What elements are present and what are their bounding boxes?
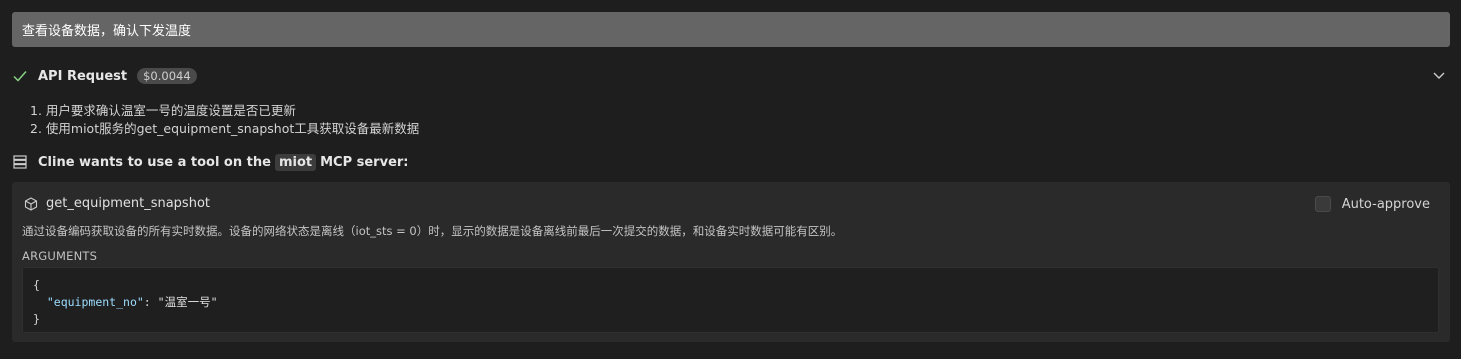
mcp-server-name: miot bbox=[274, 153, 317, 171]
tool-request-prefix: Cline wants to use a tool on the bbox=[38, 154, 271, 170]
auto-approve-label: Auto-approve bbox=[1341, 196, 1430, 212]
user-message: 查看设备数据，确认下发温度 bbox=[12, 12, 1450, 47]
server-icon bbox=[12, 154, 28, 170]
arguments-label: ARGUMENTS bbox=[22, 249, 98, 263]
cost-badge: $0.0044 bbox=[137, 68, 197, 84]
tool-request-heading: Cline wants to use a tool on the miot MC… bbox=[12, 150, 409, 174]
auto-approve-checkbox[interactable] bbox=[1314, 196, 1331, 212]
tool-description: 通过设备编码获取设备的所有实时数据。设备的网络状态是离线（iot_sts = 0… bbox=[22, 224, 843, 238]
json-key: "equipment_no" bbox=[46, 295, 144, 309]
user-message-text: 查看设备数据，确认下发温度 bbox=[22, 24, 192, 39]
tool-name: get_equipment_snapshot bbox=[46, 196, 210, 211]
chevron-down-icon[interactable] bbox=[1432, 68, 1446, 82]
tool-card: get_equipment_snapshot Auto-approve 通过设备… bbox=[12, 182, 1450, 342]
arguments-code-block: { "equipment_no": "温室一号" } bbox=[22, 267, 1439, 333]
api-request-header[interactable]: API Request $0.0044 bbox=[12, 64, 1450, 88]
json-open-brace: { bbox=[33, 278, 40, 292]
list-item: 2. 使用miot服务的get_equipment_snapshot工具获取设备… bbox=[30, 121, 420, 136]
reasoning-steps: 1. 用户要求确认温室一号的温度设置是否已更新 2. 使用miot服务的get_… bbox=[30, 102, 419, 138]
package-icon bbox=[24, 196, 38, 211]
tool-request-suffix: MCP server: bbox=[320, 154, 409, 170]
json-value: "温室一号" bbox=[157, 295, 218, 309]
tool-name-row: get_equipment_snapshot bbox=[24, 196, 210, 211]
auto-approve-toggle[interactable]: Auto-approve bbox=[1314, 196, 1430, 212]
json-close-brace: } bbox=[33, 312, 40, 326]
list-item: 1. 用户要求确认温室一号的温度设置是否已更新 bbox=[30, 103, 296, 118]
json-separator: : bbox=[143, 295, 158, 309]
check-icon bbox=[12, 68, 28, 84]
api-request-title: API Request bbox=[38, 68, 128, 84]
